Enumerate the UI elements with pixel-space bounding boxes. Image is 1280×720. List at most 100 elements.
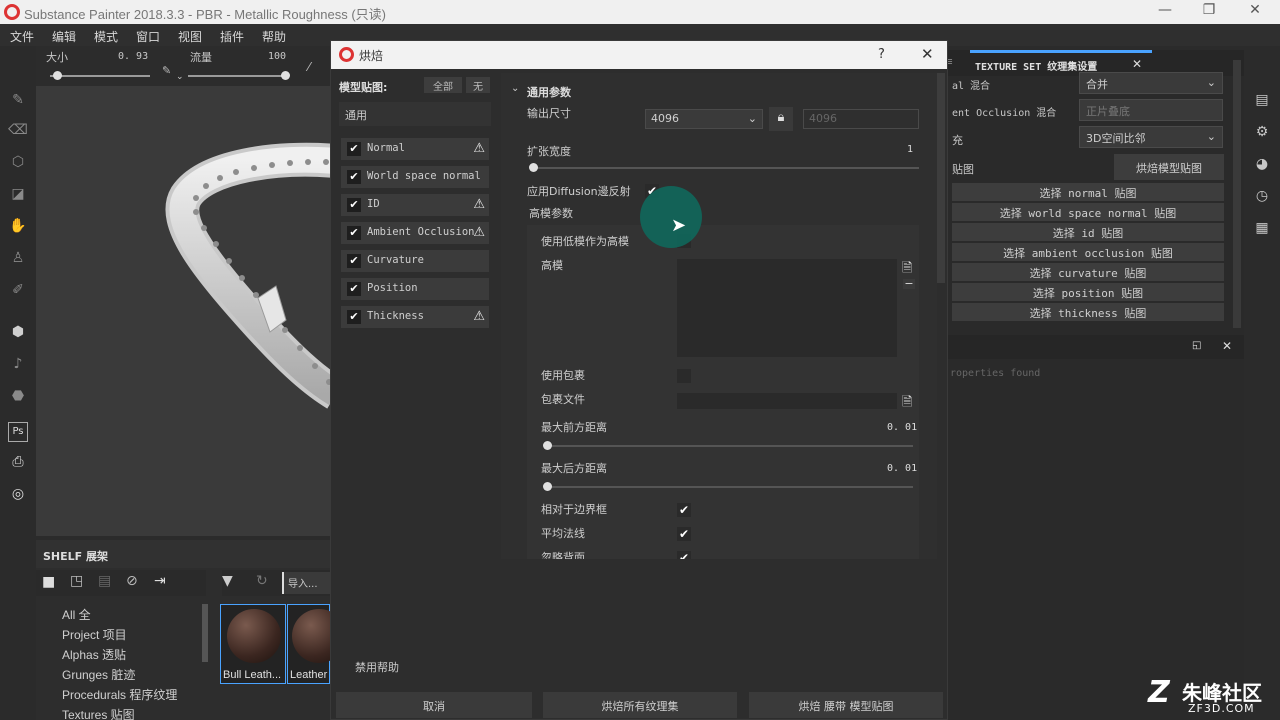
highpoly-mesh-list[interactable] <box>677 259 897 357</box>
settings-cube-icon[interactable]: ⬣ <box>8 388 28 408</box>
restore-button[interactable]: ❐ <box>1194 2 1224 22</box>
map-item-position[interactable]: ✔ Position <box>341 278 489 300</box>
menu-help[interactable]: 帮助 <box>262 28 286 45</box>
map-item-thickness[interactable]: ✔ Thickness ⚠ <box>341 306 489 328</box>
check-icon[interactable]: ✔ <box>347 198 361 212</box>
shelf-item[interactable]: Bull Leath... <box>220 604 286 684</box>
history-icon[interactable]: ◷ <box>1253 188 1271 206</box>
ao-blend-dropdown[interactable]: 正片叠底 <box>1079 99 1223 121</box>
check-icon[interactable]: ✔ <box>347 254 361 268</box>
hide-icon[interactable]: ⊘ <box>126 573 138 589</box>
layers-icon[interactable]: ⬢ <box>8 324 28 344</box>
max-rear-distance-slider[interactable] <box>547 486 913 488</box>
flow-slider[interactable] <box>188 75 288 77</box>
max-rear-slider-handle[interactable] <box>543 482 552 491</box>
map-item-world-space-normal[interactable]: ✔ World space normal <box>341 166 489 188</box>
max-frontal-slider-handle[interactable] <box>543 441 552 450</box>
lock-icon[interactable]: 🔒︎ <box>769 107 793 131</box>
select-world-normal-map-button[interactable]: 选择 world space normal 贴图 <box>952 203 1224 221</box>
remove-icon[interactable]: − <box>903 278 915 289</box>
channel-blend-dropdown[interactable]: 合并 ⌄ <box>1079 72 1223 94</box>
select-id-map-button[interactable]: 选择 id 贴图 <box>952 223 1224 241</box>
menu-plugins[interactable]: 插件 <box>220 28 244 45</box>
shelf-category-alphas[interactable]: Alphas 透贴 <box>62 646 126 663</box>
max-frontal-distance-slider[interactable] <box>547 445 913 447</box>
select-curvature-map-button[interactable]: 选择 curvature 贴图 <box>952 263 1224 281</box>
check-icon[interactable]: ✔ <box>347 310 361 324</box>
float-panel-icon[interactable]: ◱ <box>1192 340 1201 351</box>
disable-help-label[interactable]: 禁用帮助 <box>355 659 399 675</box>
fill-mode-dropdown[interactable]: 3D空间比邻 ⌄ <box>1079 126 1223 148</box>
settings-panel-icon[interactable]: ⚙ <box>1253 124 1271 142</box>
menu-edit[interactable]: 编辑 <box>52 28 76 45</box>
eraser-icon[interactable]: ⌫ <box>8 122 28 142</box>
dilation-slider[interactable] <box>531 167 919 169</box>
polygon-fill-icon[interactable]: ◪ <box>8 186 28 206</box>
close-tab-icon[interactable]: ✕ <box>1132 57 1142 71</box>
shelf-item[interactable]: Leather <box>287 604 346 684</box>
projection-icon[interactable]: ⬡ <box>8 154 28 174</box>
common-tab[interactable]: 通用 <box>339 102 491 126</box>
paint-brush-icon[interactable]: ✎ <box>8 92 28 112</box>
menu-file[interactable]: 文件 <box>10 28 34 45</box>
shelf-search-input[interactable]: 导入... <box>282 572 330 594</box>
bell-icon[interactable]: ♪ <box>8 356 28 376</box>
shelf-category-procedurals[interactable]: Procedurals 程序纹理 <box>62 686 177 703</box>
right-panel-scrollbar[interactable] <box>1233 60 1241 328</box>
select-ao-map-button[interactable]: 选择 ambient occlusion 贴图 <box>952 243 1224 261</box>
save-icon[interactable]: ▤ <box>98 573 111 589</box>
ignore-backface-checkbox[interactable]: ✔ <box>677 551 691 559</box>
relative-to-bbox-checkbox[interactable]: ✔ <box>677 503 691 517</box>
bake-belt-mesh-maps-button[interactable]: 烘焙 腰带 模型贴图 <box>749 692 943 718</box>
menu-window[interactable]: 窗口 <box>136 28 160 45</box>
photoshop-icon[interactable]: Ps <box>8 422 28 442</box>
output-size-dropdown[interactable]: 4096 ⌄ <box>645 109 763 129</box>
chevron-down-icon[interactable]: ⌄ <box>176 72 184 82</box>
select-none-button[interactable]: 无 <box>466 77 490 93</box>
minimize-button[interactable]: — <box>1150 2 1180 22</box>
close-panel-icon[interactable]: ✕ <box>1222 339 1232 353</box>
flow-slider-handle[interactable] <box>281 71 290 80</box>
select-all-button[interactable]: 全部 <box>424 77 462 93</box>
display-settings-icon[interactable]: ◕ <box>1253 156 1271 174</box>
export-icon[interactable]: ⎙ <box>8 454 28 474</box>
menu-view[interactable]: 视图 <box>178 28 202 45</box>
use-cage-checkbox[interactable] <box>677 369 691 383</box>
check-icon[interactable]: ✔ <box>347 282 361 296</box>
log-icon[interactable]: ▦ <box>1253 220 1271 238</box>
cancel-button[interactable]: 取消 <box>336 692 532 718</box>
color-picker-icon[interactable]: ✐ <box>8 282 28 302</box>
chevron-down-icon[interactable]: ⌄ <box>511 83 519 94</box>
clone-stamp-icon[interactable]: ♙ <box>8 250 28 270</box>
smudge-icon[interactable]: ✋ <box>8 218 28 238</box>
select-position-map-button[interactable]: 选择 position 贴图 <box>952 283 1224 301</box>
close-dialog-button[interactable]: ✕ <box>921 45 934 63</box>
layers-panel-icon[interactable]: ▤ <box>1253 92 1271 110</box>
bake-all-texture-sets-button[interactable]: 烘焙所有纹理集 <box>543 692 737 718</box>
size-slider-handle[interactable] <box>53 71 62 80</box>
map-item-normal[interactable]: ✔ Normal ⚠ <box>341 138 489 160</box>
refresh-icon[interactable]: ↻ <box>256 573 268 589</box>
shelf-category-project[interactable]: Project 项目 <box>62 626 127 643</box>
open-file-icon[interactable]: 🗎︎ <box>902 393 912 415</box>
map-item-id[interactable]: ✔ ID ⚠ <box>341 194 489 216</box>
dilation-slider-handle[interactable] <box>529 163 538 172</box>
import-icon[interactable]: ⇥ <box>154 573 166 589</box>
cage-file-input[interactable] <box>677 393 897 409</box>
select-thickness-map-button[interactable]: 选择 thickness 贴图 <box>952 303 1224 321</box>
folder-icon[interactable]: ■ <box>42 574 55 590</box>
close-window-button[interactable]: ✕ <box>1240 2 1270 22</box>
menu-mode[interactable]: 模式 <box>94 28 118 45</box>
parameters-scrollbar[interactable] <box>937 73 945 283</box>
shelf-category-all[interactable]: All 全 <box>62 606 91 623</box>
filter-icon[interactable]: ▼ <box>222 573 233 589</box>
new-folder-icon[interactable]: ◳ <box>70 573 83 589</box>
shelf-category-textures[interactable]: Textures 贴图 <box>62 706 135 720</box>
check-icon[interactable]: ✔ <box>347 226 361 240</box>
substance-share-icon[interactable]: ◎ <box>8 486 28 506</box>
check-icon[interactable]: ✔ <box>347 170 361 184</box>
select-normal-map-button[interactable]: 选择 normal 贴图 <box>952 183 1224 201</box>
shelf-category-grunges[interactable]: Grunges 脏迹 <box>62 666 135 683</box>
map-item-curvature[interactable]: ✔ Curvature <box>341 250 489 272</box>
average-normals-checkbox[interactable]: ✔ <box>677 527 691 541</box>
